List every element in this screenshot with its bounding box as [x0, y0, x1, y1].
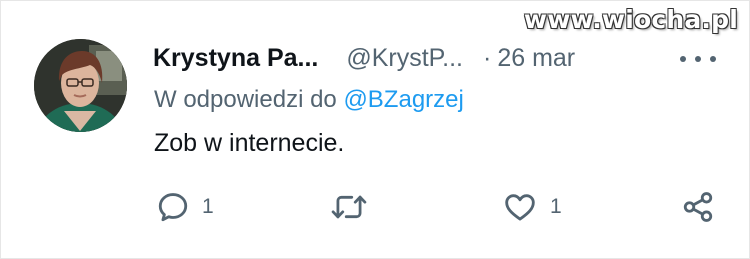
- more-dot: [710, 56, 716, 62]
- like-button[interactable]: 1: [502, 189, 562, 225]
- reply-icon: [158, 193, 188, 222]
- like-icon: [505, 194, 535, 221]
- watermark: www.wiocha.pl: [523, 5, 738, 34]
- separator-dot: ·: [482, 43, 492, 72]
- avatar[interactable]: [34, 39, 127, 132]
- more-icon[interactable]: [680, 48, 716, 70]
- more-dot: [680, 56, 686, 62]
- tweet-date[interactable]: 26 mar: [497, 44, 575, 73]
- avatar-photo: [34, 39, 127, 132]
- tweet-text: Zob w internecie.: [154, 129, 345, 157]
- author-name[interactable]: Krystyna Pa...: [153, 44, 318, 73]
- author-handle[interactable]: @KrystP...: [346, 44, 463, 73]
- reply-prefix: W odpowiedzi do: [154, 86, 337, 113]
- reply-button[interactable]: 1: [156, 189, 214, 225]
- share-button[interactable]: [681, 189, 715, 225]
- reply-context: W odpowiedzi do @BZagrzej: [154, 86, 464, 114]
- share-icon: [683, 192, 713, 222]
- retweet-button[interactable]: [331, 189, 367, 225]
- reply-mention-link[interactable]: @BZagrzej: [343, 86, 463, 113]
- like-count: 1: [550, 195, 562, 218]
- more-dot: [695, 56, 701, 62]
- tweet-card: [0, 0, 750, 259]
- retweet-icon: [331, 195, 367, 219]
- tweet-header: Krystyna Pa... @KrystP... · 26 mar: [153, 40, 733, 76]
- reply-count: 1: [202, 195, 214, 218]
